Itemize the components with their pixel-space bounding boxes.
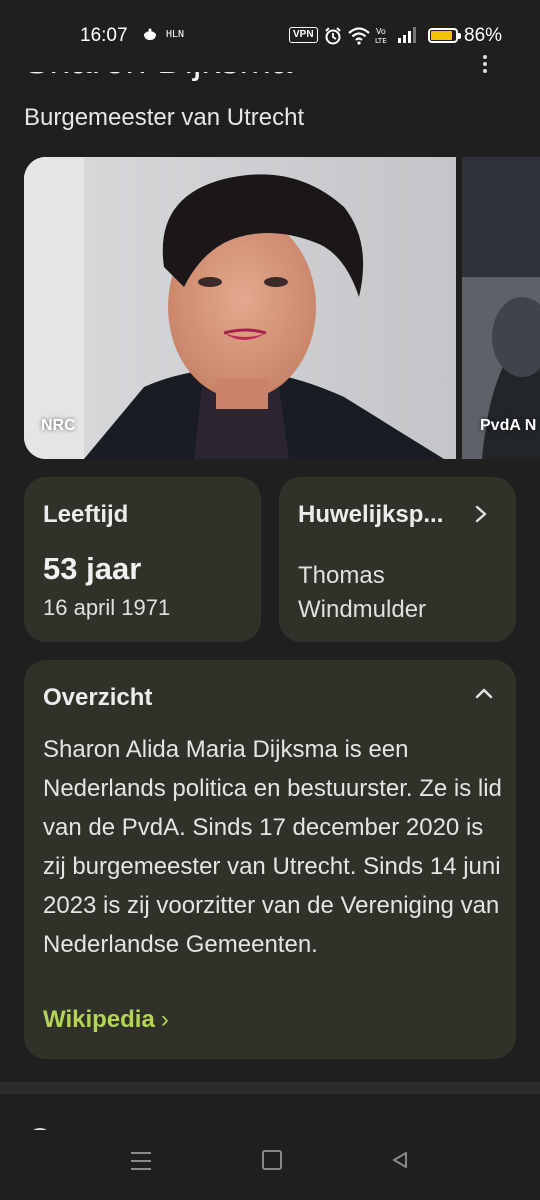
back-button[interactable]	[390, 1150, 410, 1170]
overview-text: Sharon Alida Maria Dijksma is een Nederl…	[43, 736, 502, 958]
page-title: Sharon Dijksma	[24, 72, 292, 84]
status-time: 16:07	[80, 25, 128, 46]
image-source-caption: NRC	[41, 417, 76, 434]
age-label: Leeftijd	[43, 501, 129, 528]
battery-percent: 86%	[464, 25, 503, 46]
battery-tip	[458, 33, 461, 39]
alarm-icon	[325, 27, 341, 45]
age-card[interactable]: Leeftijd 53 jaar 16 april 1971	[24, 477, 261, 642]
image-carousel-item[interactable]: PvdA N	[462, 157, 540, 459]
birth-date: 16 april 1971	[43, 595, 171, 620]
section-divider	[0, 1082, 540, 1094]
notification-app-icon	[144, 28, 156, 40]
status-app-label: HLN	[166, 29, 185, 40]
age-value: 53 jaar	[43, 551, 142, 586]
svg-text:LTE: LTE	[375, 37, 387, 45]
status-bar: 16:07 HLN VPN Vo LTE 86%	[0, 0, 540, 72]
spouse-name-line1: Thomas	[298, 562, 385, 589]
overview-title: Overzicht	[43, 684, 153, 711]
vpn-badge: VPN	[289, 27, 318, 43]
home-button[interactable]	[262, 1150, 282, 1170]
spouse-name: Thomas Windmulder	[298, 559, 426, 627]
portrait-photo	[24, 157, 456, 459]
volte-icon: Vo LTE	[375, 27, 387, 45]
title-clip: Sharon Dijksma	[0, 72, 540, 102]
svg-text:Vo: Vo	[376, 27, 386, 36]
image-source-caption: PvdA N	[480, 417, 537, 434]
overview-card: Overzicht Sharon Alida Maria Dijksma is …	[24, 660, 516, 1059]
system-nav-bar	[0, 1130, 540, 1200]
spouse-name-line2: Windmulder	[298, 596, 427, 623]
image-carousel-item[interactable]: NRC	[24, 157, 456, 459]
signal-icon	[398, 27, 416, 43]
wikipedia-link[interactable]: Wikipedia ›	[43, 1006, 169, 1034]
battery-fill	[431, 31, 452, 40]
page-subtitle: Burgemeester van Utrecht	[24, 104, 305, 131]
chevron-up-icon[interactable]	[474, 686, 494, 700]
spouse-card[interactable]: Huwelijksp... Thomas Windmulder	[279, 477, 516, 642]
wikipedia-link-label: Wikipedia	[43, 1006, 155, 1033]
spouse-label: Huwelijksp...	[298, 501, 444, 528]
battery-icon	[428, 28, 458, 43]
chevron-right-icon	[475, 505, 487, 523]
link-chevron-icon: ›	[160, 1006, 169, 1033]
screen: 16:07 HLN VPN Vo LTE 86% Burgemeester va…	[0, 0, 540, 1200]
wifi-icon	[348, 27, 370, 45]
second-photo	[462, 157, 540, 459]
recents-button[interactable]	[131, 1152, 151, 1170]
